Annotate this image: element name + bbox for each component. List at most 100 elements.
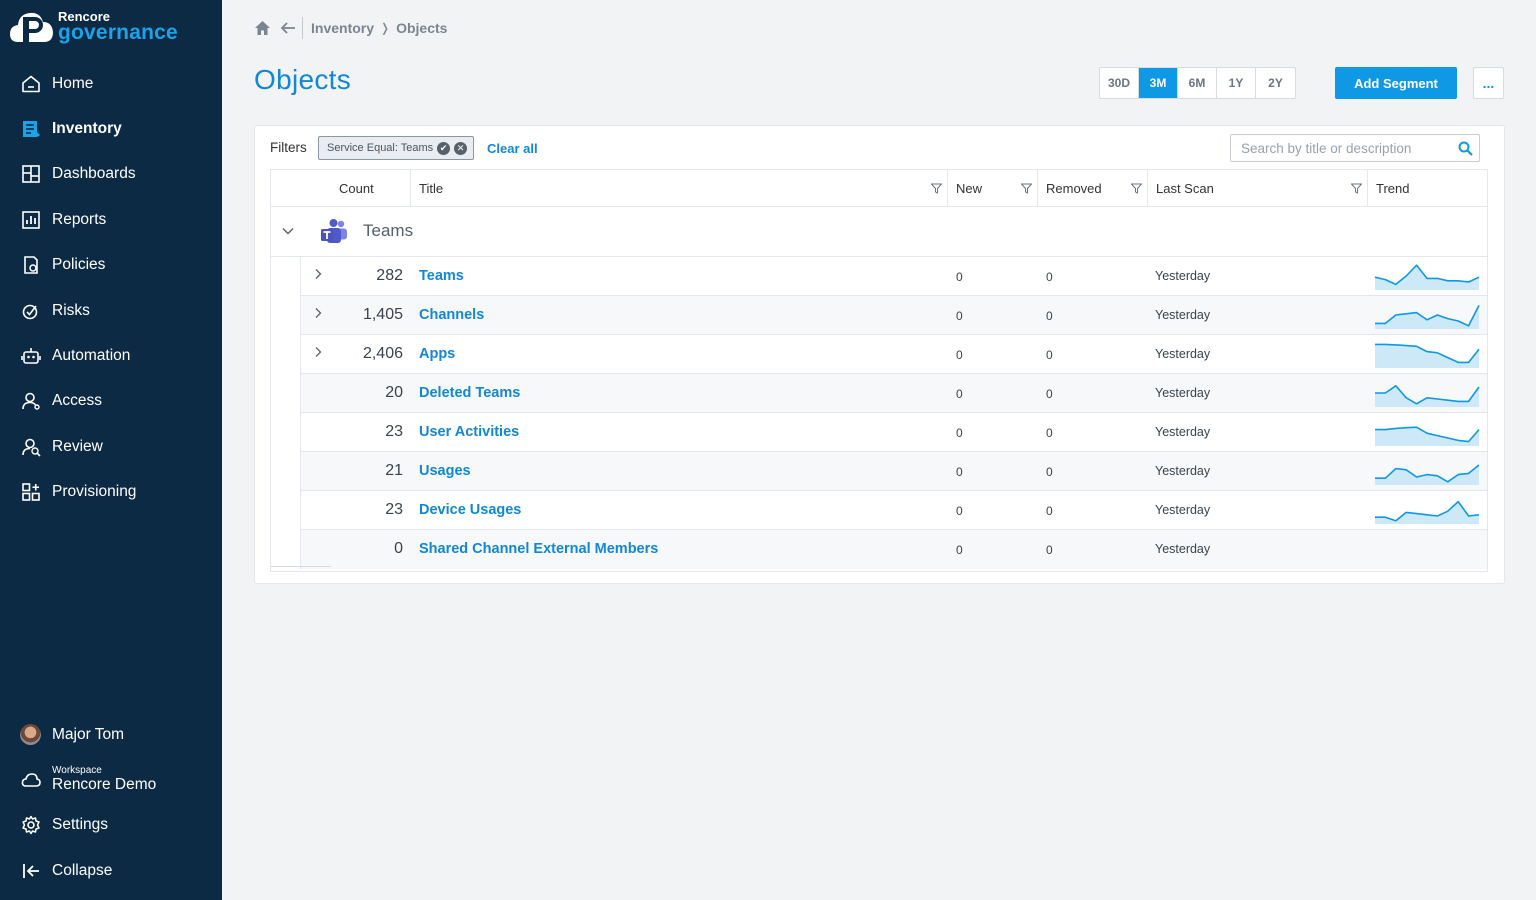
add-segment-button[interactable]: Add Segment bbox=[1335, 67, 1457, 99]
sidebar: Rencore governance Home Inventory Dashboar… bbox=[0, 0, 222, 900]
table-row[interactable]: 282 Teams 0 0 Yesterday bbox=[300, 257, 1487, 296]
table-row[interactable]: 2,406 Apps 0 0 Yesterday bbox=[300, 335, 1487, 374]
sidebar-item-home[interactable]: Home bbox=[0, 61, 222, 106]
remove-filter-icon[interactable]: ✕ bbox=[454, 141, 468, 155]
sidebar-item-label: Provisioning bbox=[52, 483, 137, 501]
table-row[interactable]: 23 User Activities 0 0 Yesterday bbox=[300, 413, 1487, 452]
column-title[interactable]: Title bbox=[410, 170, 948, 206]
collapse-nav-item[interactable]: Collapse bbox=[0, 848, 222, 894]
sidebar-item-review[interactable]: Review bbox=[0, 424, 222, 469]
table-row[interactable]: 0 Shared Channel External Members 0 0 Yester… bbox=[300, 530, 1487, 569]
column-trend[interactable]: Trend bbox=[1367, 170, 1487, 206]
review-icon bbox=[22, 438, 41, 457]
chevron-right-icon[interactable] bbox=[311, 267, 325, 281]
row-title-link[interactable]: Channels bbox=[419, 307, 484, 323]
collapse-label: Collapse bbox=[52, 862, 113, 879]
chevron-right-icon[interactable] bbox=[311, 345, 325, 359]
filter-icon[interactable] bbox=[1131, 183, 1142, 194]
row-title-link[interactable]: Apps bbox=[419, 346, 455, 362]
row-title-link[interactable]: Shared Channel External Members bbox=[419, 541, 658, 557]
sidebar-bottom: Major Tom Workspace Rencore Demo Setting… bbox=[0, 712, 222, 894]
sidebar-item-access[interactable]: Access bbox=[0, 379, 222, 424]
row-count: 282 bbox=[376, 267, 403, 284]
cloud-icon bbox=[21, 772, 41, 787]
column-last-scan[interactable]: Last Scan bbox=[1147, 170, 1368, 206]
sidebar-item-dashboards[interactable]: Dashboards bbox=[0, 152, 222, 197]
column-count-label: Count bbox=[339, 180, 374, 196]
access-icon bbox=[22, 393, 40, 411]
chevron-right-icon[interactable] bbox=[311, 306, 325, 320]
sidebar-item-inventory[interactable]: Inventory bbox=[0, 106, 222, 151]
group-row-teams[interactable]: Teams bbox=[271, 207, 1487, 257]
row-new: 0 bbox=[956, 543, 963, 557]
range-button-6m[interactable]: 6M bbox=[1178, 68, 1217, 98]
user-profile[interactable]: Major Tom bbox=[0, 712, 222, 757]
filter-icon[interactable] bbox=[931, 183, 942, 194]
group-title: Teams bbox=[363, 221, 414, 240]
breadcrumb-current: Objects bbox=[396, 20, 448, 36]
reports-icon bbox=[22, 211, 40, 229]
table-row[interactable]: 21 Usages 0 0 Yesterday bbox=[300, 452, 1487, 491]
check-icon[interactable]: ✔ bbox=[437, 141, 451, 155]
breadcrumb-parent[interactable]: Inventory bbox=[311, 20, 374, 36]
trend-sparkline bbox=[1375, 305, 1480, 329]
row-removed: 0 bbox=[1046, 348, 1053, 362]
back-arrow-icon[interactable] bbox=[280, 20, 296, 36]
sidebar-item-label: Inventory bbox=[52, 120, 122, 138]
row-count: 20 bbox=[385, 384, 403, 401]
search-input[interactable] bbox=[1231, 135, 1451, 161]
sidebar-item-label: Review bbox=[52, 437, 103, 455]
brand-logo[interactable]: Rencore governance bbox=[10, 6, 178, 46]
row-title-link[interactable]: Teams bbox=[419, 268, 464, 284]
trend-sparkline bbox=[1375, 343, 1480, 368]
sidebar-item-risks[interactable]: Risks bbox=[0, 288, 222, 333]
rencore-logo-icon bbox=[10, 12, 53, 42]
filter-icon[interactable] bbox=[1351, 183, 1362, 194]
sidebar-item-policies[interactable]: Policies bbox=[0, 243, 222, 288]
sidebar-item-label: Access bbox=[52, 392, 102, 410]
row-count: 0 bbox=[394, 540, 403, 557]
column-title-label: Title bbox=[419, 180, 444, 196]
home-icon[interactable] bbox=[254, 20, 271, 36]
row-title-link[interactable]: User Activities bbox=[419, 424, 519, 440]
sidebar-item-reports[interactable]: Reports bbox=[0, 197, 222, 242]
dashboards-icon bbox=[22, 165, 40, 184]
gear-icon bbox=[22, 815, 40, 835]
breadcrumb: Inventory ❭ Objects bbox=[254, 17, 448, 39]
column-new-label: New bbox=[956, 180, 983, 196]
row-count: 23 bbox=[385, 501, 403, 518]
range-button-3m[interactable]: 3M bbox=[1139, 68, 1178, 98]
row-removed: 0 bbox=[1046, 309, 1053, 323]
row-title-link[interactable]: Deleted Teams bbox=[419, 385, 520, 401]
page-title: Objects bbox=[254, 64, 352, 95]
table-row[interactable]: 23 Device Usages 0 0 Yesterday bbox=[300, 491, 1487, 530]
table-row[interactable]: 1,405 Channels 0 0 Yesterday bbox=[300, 296, 1487, 335]
robot-icon bbox=[21, 348, 41, 364]
row-last-scan: Yesterday bbox=[1155, 464, 1211, 478]
search-icon[interactable] bbox=[1458, 141, 1473, 156]
home-icon bbox=[22, 75, 40, 92]
workspace-switcher[interactable]: Workspace Rencore Demo bbox=[0, 757, 222, 802]
risks-icon bbox=[22, 304, 38, 319]
chevron-down-icon[interactable] bbox=[280, 223, 296, 239]
clear-all-link[interactable]: Clear all bbox=[487, 141, 538, 156]
sparkline-area bbox=[1375, 501, 1479, 524]
row-title-link[interactable]: Usages bbox=[419, 463, 471, 479]
table-row[interactable]: 20 Deleted Teams 0 0 Yesterday bbox=[300, 374, 1487, 413]
column-count[interactable]: Count bbox=[331, 170, 411, 206]
column-removed[interactable]: Removed bbox=[1037, 170, 1148, 206]
range-button-2y[interactable]: 2Y bbox=[1256, 68, 1295, 98]
filter-icon[interactable] bbox=[1021, 183, 1032, 194]
range-button-1y[interactable]: 1Y bbox=[1217, 68, 1256, 98]
settings-nav-item[interactable]: Settings bbox=[0, 802, 222, 848]
sidebar-item-provisioning[interactable]: Provisioning bbox=[0, 470, 222, 515]
row-last-scan: Yesterday bbox=[1155, 542, 1211, 556]
more-options-button[interactable]: ... bbox=[1473, 67, 1504, 99]
row-last-scan: Yesterday bbox=[1155, 308, 1211, 322]
column-new[interactable]: New bbox=[947, 170, 1038, 206]
range-button-30d[interactable]: 30D bbox=[1100, 68, 1139, 98]
filter-chip[interactable]: Service Equal: Teams ✔ ✕ bbox=[318, 136, 475, 160]
row-last-scan: Yesterday bbox=[1155, 425, 1211, 439]
sidebar-item-automation[interactable]: Automation bbox=[0, 333, 222, 378]
row-title-link[interactable]: Device Usages bbox=[419, 502, 521, 518]
